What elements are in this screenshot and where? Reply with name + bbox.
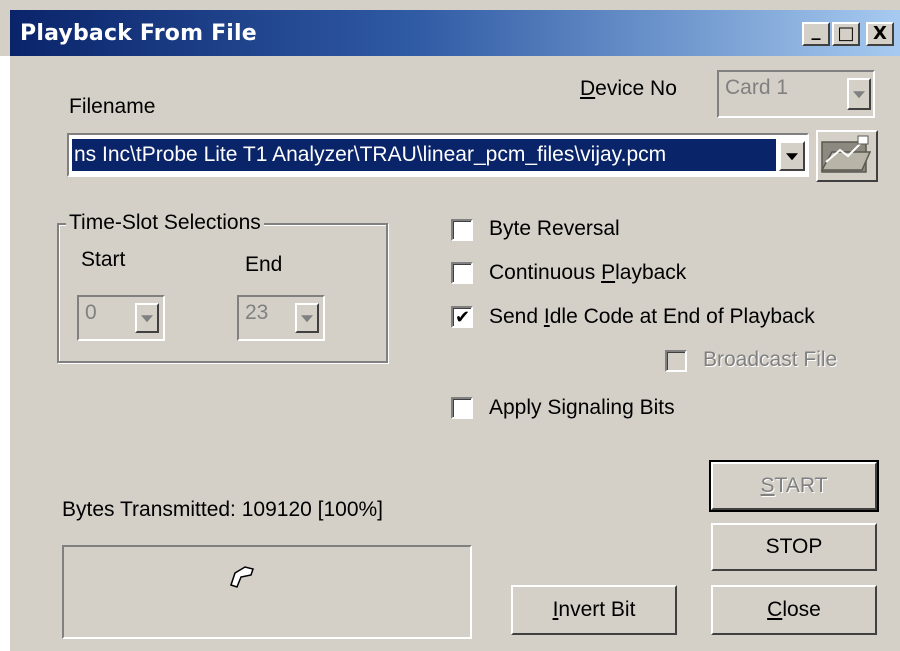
byte-reversal-label: Byte Reversal [489, 217, 620, 240]
checkmark-icon: ✔ [455, 307, 471, 328]
time-slot-group-label: Time-Slot Selections [66, 211, 264, 235]
continuous-mnemonic: P [601, 261, 616, 284]
minimize-button[interactable]: _ [802, 22, 830, 46]
end-slot-value: 23 [245, 301, 269, 324]
device-label-mnemonic: D [580, 77, 596, 100]
byte-reversal-checkbox[interactable] [451, 219, 473, 241]
chevron-down-icon [141, 315, 153, 323]
close-mnemonic: C [767, 598, 783, 621]
start-slot-value: 0 [85, 301, 97, 324]
send-idle-code-label: Send Idle Code at End of Playback [489, 305, 815, 329]
time-slot-group [57, 223, 388, 363]
filename-combo[interactable]: ns Inc\tProbe Lite T1 Analyzer\TRAU\line… [67, 133, 809, 177]
device-no-select[interactable]: Card 1 [717, 70, 875, 118]
continuous-playback-label: Continuous Playback [489, 261, 686, 285]
start-label: Start [81, 248, 126, 271]
end-dropdown-button[interactable] [295, 303, 319, 333]
title-bar: Playback From File _ □ X [10, 10, 900, 56]
device-no-label: Device No [580, 77, 677, 101]
close-button[interactable]: Close [711, 585, 877, 635]
window-title: Playback From File [20, 21, 257, 46]
apply-signaling-checkbox[interactable] [451, 397, 473, 419]
apply-signaling-label: Apply Signaling Bits [489, 396, 675, 419]
hand-cursor-icon [230, 566, 254, 588]
start-dropdown-button[interactable] [135, 303, 159, 333]
bytes-transmitted-label: Bytes Transmitted: 109120 [100%] [62, 498, 384, 521]
send-idle-code-checkbox[interactable]: ✔ [451, 306, 473, 328]
close-window-button[interactable]: X [866, 22, 894, 46]
folder-open-icon [820, 135, 872, 173]
start-slot-select[interactable]: 0 [77, 295, 165, 341]
maximize-icon: □ [837, 23, 855, 44]
send-idle-rest: dle Code at End of Playback [549, 305, 815, 328]
filename-label: Filename [69, 95, 156, 118]
end-label: End [245, 253, 283, 276]
stop-button[interactable]: STOP [711, 523, 877, 571]
device-no-value: Card 1 [725, 76, 789, 99]
maximize-button[interactable]: □ [832, 22, 860, 46]
invert-rest: nvert Bit [558, 598, 636, 621]
start-rest: TART [774, 474, 828, 497]
filename-dropdown-button[interactable] [779, 141, 805, 171]
chevron-down-icon [853, 91, 865, 99]
continuous-prefix: Continuous [489, 261, 602, 284]
close-rest: lose [782, 598, 821, 621]
invert-bit-button[interactable]: Invert Bit [511, 585, 677, 635]
window-frame-edge [0, 56, 10, 651]
end-slot-select[interactable]: 23 [237, 295, 325, 341]
device-dropdown-button[interactable] [847, 78, 871, 110]
broadcast-file-label: Broadcast File [703, 348, 838, 371]
filename-value[interactable]: ns Inc\tProbe Lite T1 Analyzer\TRAU\line… [72, 139, 776, 171]
minimize-icon: _ [811, 20, 821, 41]
chevron-down-icon [301, 315, 313, 323]
browse-button[interactable] [816, 130, 878, 182]
broadcast-file-checkbox[interactable] [665, 350, 687, 372]
chevron-down-icon [786, 153, 798, 161]
start-button[interactable]: START [709, 460, 879, 512]
close-icon: X [873, 23, 887, 44]
start-mnemonic: S [760, 474, 775, 497]
send-idle-prefix: Send [489, 305, 544, 328]
device-label-rest: evice No [595, 77, 677, 100]
continuous-rest: layback [615, 261, 687, 284]
progress-panel [62, 545, 472, 639]
continuous-playback-checkbox[interactable] [451, 262, 473, 284]
